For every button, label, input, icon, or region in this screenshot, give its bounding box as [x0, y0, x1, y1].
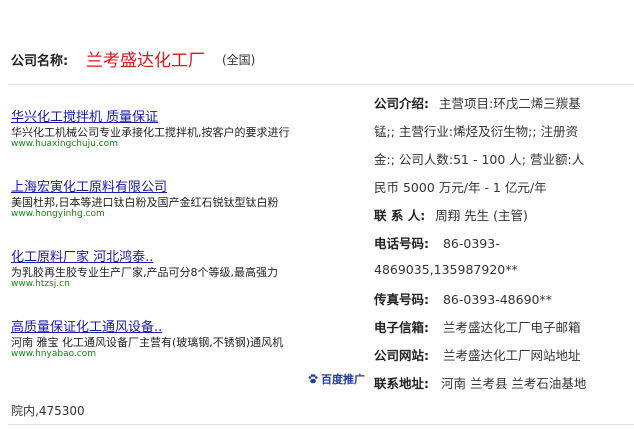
- baidu-promo-label: 百度推广: [321, 373, 365, 386]
- top-nav: [0, 0, 634, 6]
- company-scope: (全国): [222, 53, 256, 67]
- ad-description: 河南 雅宝 化工通风设备厂主营有(玻璃钢,不锈钢)通风机: [11, 336, 284, 349]
- ad-description: 华兴化工机械公司专业承接化工搅拌机,按客户的要求进行: [11, 126, 290, 139]
- ad-description: 为乳胶再生胶专业生产厂家,产品可分8个等级,最高强力: [11, 266, 278, 279]
- ad-description: 美国杜邦,日本等进口钛白粉及国产金红石锐钛型钛白粉: [11, 196, 279, 209]
- company-name: 兰考盛达化工厂: [86, 51, 205, 71]
- address-row: 联系地址: 河南 兰考县 兰考石油基地: [374, 373, 586, 392]
- email-row: 电子信箱: 兰考盛达化工厂电子邮箱: [374, 317, 581, 336]
- divider: [8, 424, 634, 425]
- address-label: 联系地址:: [374, 376, 429, 391]
- ad-title-link[interactable]: 华兴化工搅拌机 质量保证: [11, 106, 158, 125]
- intro-text: 锰;; 主营行业:烯烃及衍生物;; 注册资: [374, 124, 579, 139]
- fax-label: 传真号码:: [374, 292, 429, 307]
- phone-label: 电话号码:: [374, 236, 429, 251]
- website-link[interactable]: 兰考盛达化工厂网站地址: [443, 348, 581, 363]
- contact-row: 联 系 人: 周翔 先生 (主管): [374, 205, 528, 224]
- phone-row: 电话号码: 86-0393-: [374, 233, 500, 252]
- divider: [8, 84, 634, 85]
- ad-title-link[interactable]: 化工原料厂家 河北鸿泰..: [11, 246, 153, 265]
- website-label: 公司网站:: [374, 348, 429, 363]
- phone-value: 4869035,135987920**: [374, 262, 518, 277]
- ad-url[interactable]: www.htzsj.cn: [11, 279, 70, 289]
- fax-row: 传真号码: 86-0393-48690**: [374, 289, 552, 308]
- intro-text: 金:; 公司人数:51 - 100 人; 营业额:人: [374, 152, 585, 167]
- email-link[interactable]: 兰考盛达化工厂电子邮箱: [443, 320, 581, 335]
- baidu-promo-link[interactable]: 百度推广: [308, 371, 365, 387]
- intro-label: 公司介绍:: [374, 96, 429, 111]
- paw-icon: [308, 374, 318, 384]
- address-value: 河南 兰考县 兰考石油基地: [440, 376, 587, 391]
- ad-url[interactable]: www.hnyabao.com: [11, 349, 96, 359]
- website-row: 公司网站: 兰考盛达化工厂网站地址: [374, 345, 581, 364]
- ad-url[interactable]: www.hongyinhg.com: [11, 209, 105, 219]
- ad-title-link[interactable]: 高质量保证化工通风设备..: [11, 316, 162, 335]
- intro-text: 民币 5000 万元/年 - 1 亿元/年: [374, 180, 547, 195]
- email-label: 电子信箱:: [374, 320, 429, 335]
- company-intro: 公司介绍: 主营项目:环戊二烯三羰基: [374, 93, 581, 112]
- address-tail: 院内,475300: [11, 404, 85, 418]
- contact-value: 周翔 先生 (主管): [435, 208, 528, 223]
- fax-value: 86-0393-48690**: [442, 292, 552, 307]
- intro-text: 主营项目:环戊二烯三羰基: [438, 96, 581, 111]
- phone-value: 86-0393-: [442, 236, 500, 251]
- contact-label: 联 系 人:: [374, 208, 426, 223]
- ad-title-link[interactable]: 上海宏寅化工原料有限公司: [11, 176, 167, 195]
- company-name-label: 公司名称:: [11, 54, 69, 69]
- ad-url[interactable]: www.huaxingchuju.com: [11, 139, 118, 149]
